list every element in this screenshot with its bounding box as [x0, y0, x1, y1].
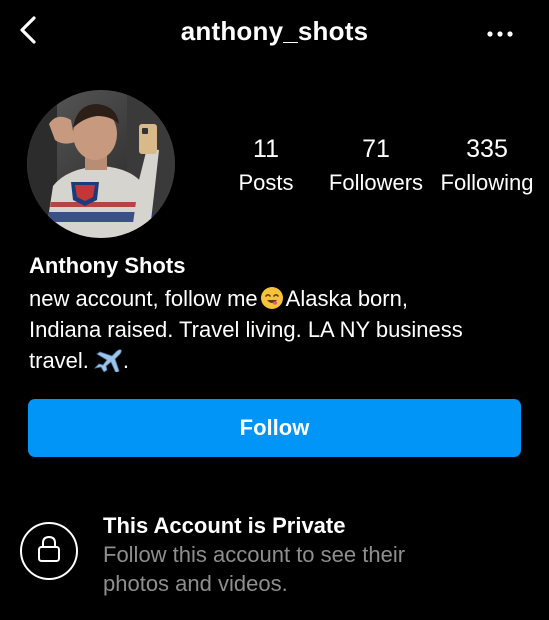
private-lock-badge	[20, 522, 78, 580]
profile-username: anthony_shots	[180, 16, 369, 46]
profile-avatar[interactable]	[27, 90, 175, 238]
following-stat[interactable]: 335 Following	[432, 134, 542, 198]
private-subtitle-line-2: photos and videos.	[103, 571, 288, 596]
posts-stat[interactable]: 11 Posts	[221, 134, 311, 198]
bio-text: new account, follow me Alaska born, Indi…	[29, 283, 529, 376]
smiling-face-emoji	[260, 286, 284, 310]
followers-count: 71	[362, 135, 390, 163]
following-label: Following	[440, 170, 534, 195]
bio-text-segment: travel.	[29, 348, 89, 373]
private-account-title: This Account is Private	[103, 513, 346, 538]
private-subtitle-line-1: Follow this account to see their	[103, 542, 406, 567]
bio-line-2: Indiana raised. Travel living. LA NY bus…	[29, 317, 463, 342]
followers-label: Followers	[328, 170, 424, 195]
followers-stat[interactable]: 71 Followers	[322, 134, 430, 198]
bio-line-3: travel. .	[29, 345, 529, 376]
more-options-button[interactable]	[476, 14, 524, 54]
bio-line-1: new account, follow me Alaska born,	[29, 283, 529, 314]
follow-button[interactable]: Follow	[28, 399, 521, 457]
display-name: Anthony Shots	[29, 253, 186, 278]
airplane-emoji	[93, 348, 123, 374]
private-account-subtitle: Follow this account to see their photos …	[103, 540, 503, 598]
following-count: 335	[466, 135, 508, 163]
lock-icon	[36, 534, 62, 569]
bio-text-segment: new account, follow me	[29, 286, 258, 311]
bio-text-segment: Alaska born,	[285, 286, 408, 311]
profile-photo	[27, 90, 175, 238]
bio-text-segment: .	[122, 348, 130, 373]
more-horizontal-icon	[486, 25, 514, 43]
posts-count: 11	[253, 135, 279, 163]
posts-label: Posts	[238, 170, 294, 195]
